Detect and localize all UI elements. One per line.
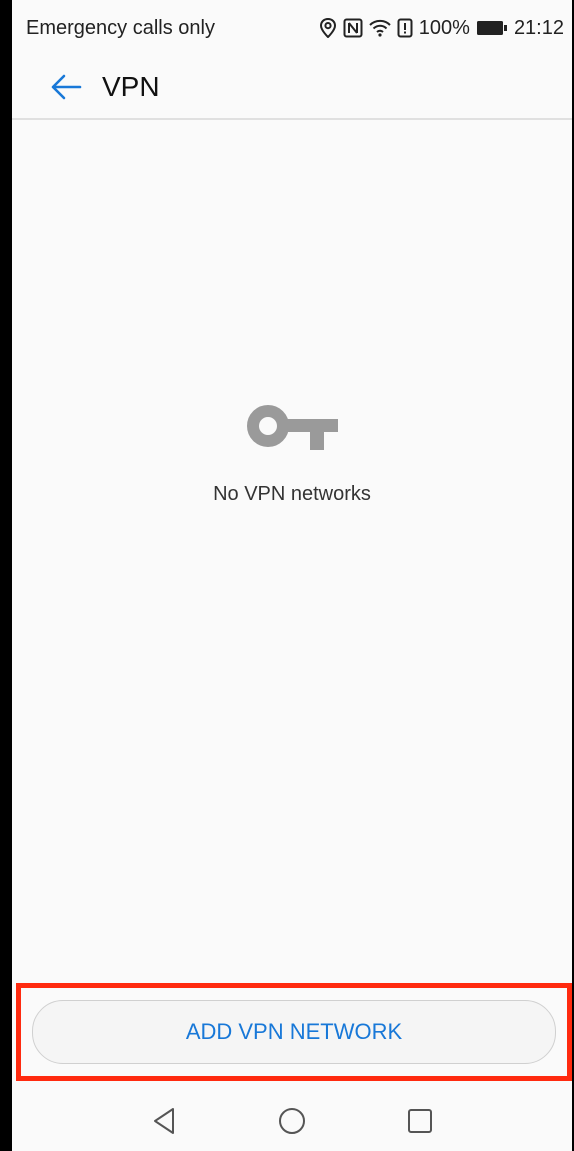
carrier-text: Emergency calls only	[26, 16, 215, 39]
add-vpn-highlight: ADD VPN NETWORK	[16, 983, 572, 1081]
navigation-bar	[12, 1090, 572, 1151]
alert-icon	[397, 18, 413, 38]
back-triangle-icon[interactable]	[144, 1101, 184, 1141]
battery-percent: 100%	[418, 16, 470, 39]
nfc-icon	[343, 18, 363, 38]
recents-square-icon[interactable]	[400, 1101, 440, 1141]
key-icon	[246, 400, 338, 457]
screen: Emergency calls only 100% 21:12 VPN No V…	[12, 0, 572, 1151]
add-vpn-network-label: ADD VPN NETWORK	[185, 1019, 403, 1044]
title-bar: VPN	[12, 56, 572, 120]
back-arrow-icon[interactable]	[36, 57, 96, 117]
empty-state: No VPN networks	[12, 400, 572, 506]
clock-text: 21:12	[513, 16, 564, 39]
empty-message: No VPN networks	[213, 483, 371, 505]
status-icons: 100% 21:12	[319, 17, 564, 40]
page-title: VPN	[102, 71, 160, 102]
battery-icon	[476, 19, 508, 37]
home-circle-icon[interactable]	[272, 1101, 312, 1141]
add-vpn-network-button[interactable]: ADD VPN NETWORK	[32, 1000, 556, 1064]
wifi-icon	[369, 18, 391, 38]
location-icon	[319, 18, 337, 38]
status-bar: Emergency calls only 100% 21:12	[12, 0, 572, 56]
